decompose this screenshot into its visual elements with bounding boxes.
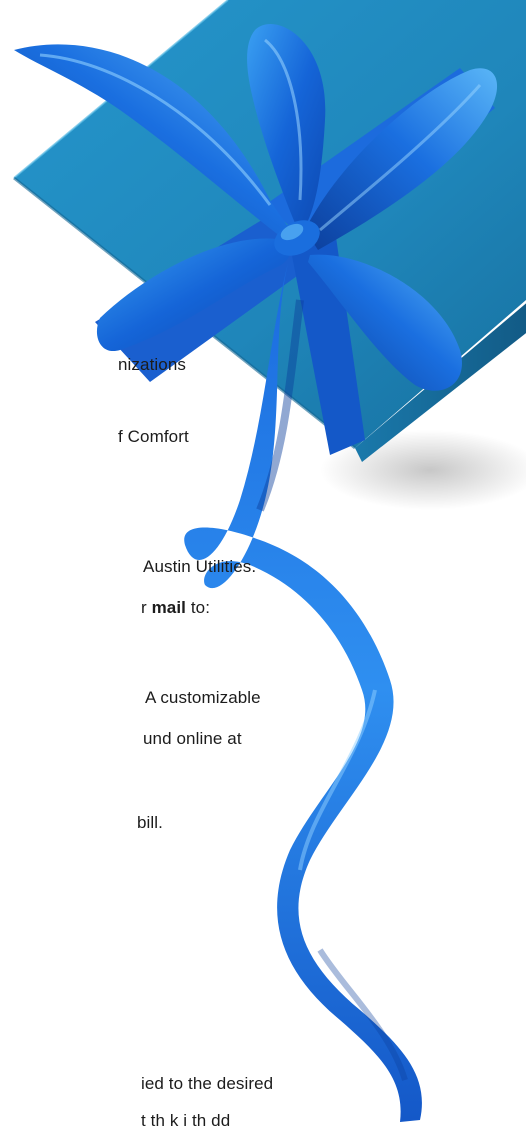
text-line-austin-utilities: Austin Utilities. xyxy=(143,557,257,576)
text-line-mail-suffix: to: xyxy=(186,598,211,617)
mail-bold-text: mail xyxy=(151,598,187,617)
text-line-organizations: nizations xyxy=(118,355,186,374)
text-line-bill: bill. xyxy=(137,813,164,832)
text-line-mail-prefix: r xyxy=(141,598,152,617)
text-line-cutoff: t th k i th dd xyxy=(141,1111,231,1130)
text-line-comfort: f Comfort xyxy=(118,427,189,446)
gift-box-illustration xyxy=(13,0,526,1122)
text-line-mail: r mail to: xyxy=(141,597,210,619)
text-line-found-online: und online at xyxy=(143,729,242,748)
text-line-customizable: A customizable xyxy=(145,688,261,707)
text-line-desired: ied to the desired xyxy=(141,1074,274,1093)
